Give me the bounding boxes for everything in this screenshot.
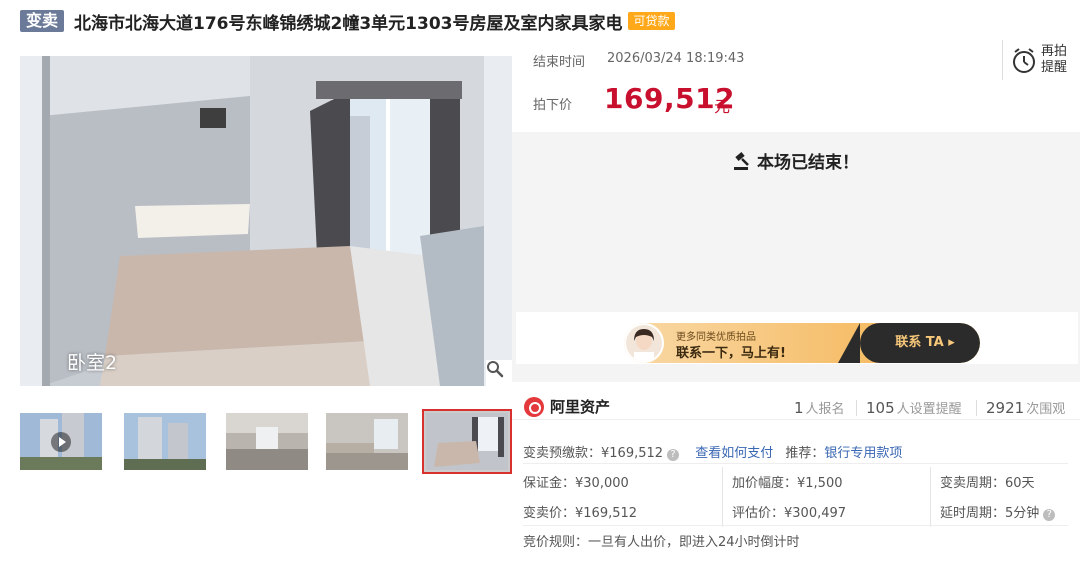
- delay-period-value: 延时周期：5分钟: [940, 506, 1040, 521]
- delay-period-row: 延时周期：5分钟?: [940, 502, 1056, 521]
- final-price-label: 拍下价: [533, 98, 573, 113]
- sale-type-badge: 变卖: [20, 10, 65, 32]
- margin-value: 保证金：¥30,000: [523, 476, 629, 491]
- living-room-photo-icon: [226, 413, 308, 470]
- building-photo-icon: [124, 413, 206, 470]
- remind-label: 再拍提醒: [1041, 44, 1068, 75]
- main-photo[interactable]: 卧室2: [20, 56, 512, 386]
- final-price-unit: 元: [714, 97, 731, 116]
- auction-info: 结束时间 2026/03/24 18:19:43 拍下价 169,512 元 再…: [512, 40, 1080, 132]
- banner-subtitle: 更多同类优质拍品: [676, 332, 756, 343]
- bedroom-photo-icon: [426, 413, 508, 470]
- divider: [930, 467, 931, 527]
- banner-main-text: 联系一下，马上有!: [676, 346, 786, 361]
- end-time-label: 结束时间: [533, 55, 586, 70]
- appraisal-value: 评估价：¥300,497: [732, 506, 847, 521]
- deposit-row: 变卖预缴款：¥169,512? 查看如何支付 推荐：银行专用款项: [523, 442, 902, 461]
- thumbnail-4[interactable]: [326, 413, 408, 470]
- end-time-value: 2026/03/24 18:19:43: [607, 51, 745, 66]
- bid-rule: 竞价规则：一旦有人出价，即进入24小时倒计时: [523, 535, 800, 550]
- reminder-label: 人设置提醒: [896, 402, 962, 417]
- reminder-number: 105: [866, 399, 895, 417]
- help-icon[interactable]: ?: [667, 449, 680, 461]
- how-to-pay-link[interactable]: 查看如何支付: [695, 446, 773, 461]
- status-text: 本场已结束！: [757, 153, 859, 173]
- signup-label: 人报名: [805, 402, 845, 417]
- gavel-icon: [734, 152, 749, 170]
- room-label: 卧室2: [67, 352, 118, 374]
- title-row: 变卖 北海市北海大道176号东峰锦绣城2幢3单元1303号房屋及室内家具家电 可…: [20, 9, 675, 34]
- bedroom-photo: [20, 56, 512, 386]
- status-area: 本场已结束！ 更多同类优质拍品 联系一下，马上有! 联系 TA ▸: [512, 132, 1080, 382]
- brand-name: 阿里资产: [550, 398, 611, 416]
- divider: [523, 463, 1068, 464]
- bank-account-link[interactable]: 银行专用款项: [824, 446, 902, 461]
- thumbnail-1[interactable]: [20, 413, 102, 470]
- promo-pill[interactable]: 更多同类优质拍品 联系一下，马上有! 联系 TA ▸: [624, 323, 980, 363]
- deposit-label: 变卖预缴款：: [523, 446, 602, 461]
- signup-count: 1 人报名: [794, 398, 845, 417]
- view-count: 2921 次围观: [986, 398, 1065, 417]
- signup-number: 1: [794, 399, 804, 417]
- contact-button[interactable]: 联系 TA ▸: [870, 323, 980, 363]
- loan-badge: 可贷款: [628, 12, 675, 30]
- thumbnail-3[interactable]: [226, 413, 308, 470]
- play-icon[interactable]: [51, 431, 71, 452]
- thumbnail-5[interactable]: [422, 409, 512, 474]
- stats-row: 阿里资产 1 人报名 105 人设置提醒 2921 次围观: [512, 394, 1080, 420]
- avatar: [624, 323, 664, 363]
- agent-avatar-icon: [626, 325, 662, 361]
- zoom-icon[interactable]: [486, 360, 512, 386]
- recommend-label: 推荐：: [785, 446, 825, 461]
- ali-assets-logo: 阿里资产: [524, 396, 610, 417]
- page-title: 北海市北海大道176号东峰锦绣城2幢3单元1303号房屋及室内家具家电: [74, 13, 623, 34]
- view-label: 次围观: [1026, 402, 1066, 417]
- reminder-count: 105 人设置提醒: [866, 398, 962, 417]
- divider: [976, 400, 977, 416]
- thumbnail-2[interactable]: [124, 413, 206, 470]
- divider: [722, 467, 723, 527]
- alarm-clock-icon: [1013, 48, 1035, 73]
- divider: [523, 525, 1068, 526]
- remind-button[interactable]: 再拍提醒: [1002, 40, 1080, 80]
- auction-ended-status: 本场已结束！: [512, 148, 1080, 173]
- ali-logo-icon: [524, 396, 544, 417]
- increment-value: 加价幅度：¥1,500: [732, 476, 843, 491]
- sale-price-value: 变卖价：¥169,512: [523, 506, 638, 521]
- promo-banner[interactable]: 更多同类优质拍品 联系一下，马上有! 联系 TA ▸: [516, 312, 1078, 364]
- help-icon[interactable]: ?: [1043, 509, 1056, 521]
- sale-period-value: 变卖周期：60天: [940, 476, 1035, 491]
- thumbnail-strip: [20, 409, 512, 475]
- divider: [856, 400, 857, 416]
- view-number: 2921: [986, 399, 1025, 417]
- deposit-value: ¥169,512: [601, 446, 664, 461]
- room-photo-icon: [326, 413, 408, 470]
